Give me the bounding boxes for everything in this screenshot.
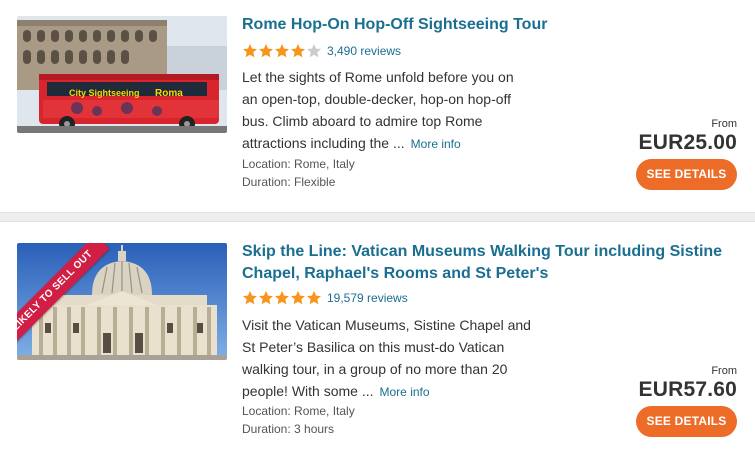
- star-icon: [243, 44, 257, 58]
- tour-price: EUR25.00: [638, 131, 737, 154]
- tour-card: LIKELY TO SELL OUT Skip the Line: Vatica…: [0, 222, 755, 453]
- tour-price: EUR57.60: [638, 378, 737, 401]
- price-box: From EUR57.60 SEE DETAILS: [636, 365, 737, 437]
- tour-description: Let the sights of Rome unfold before you…: [242, 66, 532, 155]
- description-text: Let the sights of Rome unfold before you…: [242, 69, 514, 151]
- price-from-label: From: [711, 118, 737, 130]
- star-icon: [259, 291, 273, 305]
- tour-card: City Sightseeing Roma Rome Hop-On Hop-Of…: [0, 0, 755, 212]
- star-empty-icon: [307, 44, 321, 58]
- tour-duration: Duration: Flexible: [242, 175, 336, 189]
- more-info-link[interactable]: More info: [411, 137, 461, 151]
- star-rating: [242, 43, 322, 59]
- tour-rating: 19,579 reviews: [242, 290, 408, 306]
- price-from-label: From: [711, 365, 737, 377]
- more-info-link[interactable]: More info: [380, 385, 430, 399]
- reviews-link[interactable]: 19,579 reviews: [327, 291, 408, 305]
- tour-location: Location: Rome, Italy: [242, 157, 355, 171]
- see-details-button[interactable]: SEE DETAILS: [636, 159, 737, 190]
- star-icon: [291, 291, 305, 305]
- star-icon: [275, 291, 289, 305]
- star-icon: [291, 44, 305, 58]
- tour-image-st-peters-basilica[interactable]: LIKELY TO SELL OUT: [17, 243, 227, 360]
- card-divider: [0, 212, 755, 222]
- see-details-button[interactable]: SEE DETAILS: [636, 406, 737, 437]
- price-box: From EUR25.00 SEE DETAILS: [636, 118, 737, 190]
- tour-description: Visit the Vatican Museums, Sistine Chape…: [242, 314, 532, 403]
- star-icon: [259, 44, 273, 58]
- tour-image-hop-on-bus[interactable]: City Sightseeing Roma: [17, 16, 227, 133]
- tour-meta: Location: Rome, Italy Duration: 3 hours: [242, 402, 355, 438]
- reviews-link[interactable]: 3,490 reviews: [327, 44, 401, 58]
- star-rating: [242, 290, 322, 306]
- tour-location: Location: Rome, Italy: [242, 404, 355, 418]
- tour-rating: 3,490 reviews: [242, 43, 401, 59]
- svg-text:City Sightseeing: City Sightseeing: [69, 88, 140, 98]
- star-icon: [275, 44, 289, 58]
- tour-title[interactable]: Skip the Line: Vatican Museums Walking T…: [242, 241, 737, 285]
- star-icon: [243, 291, 257, 305]
- tour-meta: Location: Rome, Italy Duration: Flexible: [242, 155, 355, 191]
- svg-text:Roma: Roma: [155, 88, 183, 99]
- star-icon: [307, 291, 321, 305]
- tour-duration: Duration: 3 hours: [242, 422, 335, 436]
- tour-title[interactable]: Rome Hop-On Hop-Off Sightseeing Tour: [242, 14, 737, 36]
